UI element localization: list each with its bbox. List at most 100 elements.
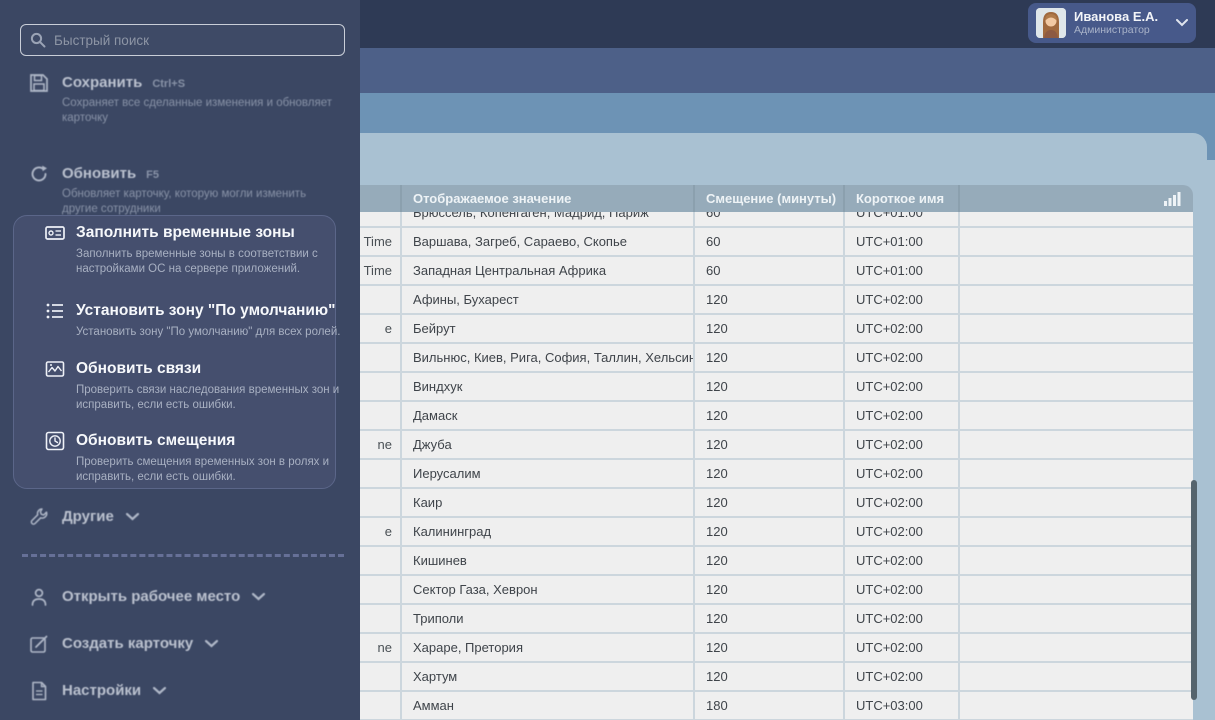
table-cell: [960, 518, 1193, 545]
table-cell: Джуба: [402, 431, 695, 458]
table-row[interactable]: Амман 180 UTC+03:00: [348, 692, 1193, 720]
table-cell: Виндхук: [402, 373, 695, 400]
table-cell: UTC+01:00: [845, 257, 960, 284]
column-header-offset[interactable]: Смещение (минуты): [695, 185, 845, 212]
quick-search[interactable]: [20, 24, 345, 56]
table-cell: 120: [695, 576, 845, 603]
table-cell: 60: [695, 228, 845, 255]
table-cell: [960, 692, 1193, 719]
table-cell: [960, 315, 1193, 342]
person-icon: [28, 586, 50, 608]
table-cell: Калининград: [402, 518, 695, 545]
table-cell: [960, 576, 1193, 603]
menu-item-label: Заполнить временные зоны: [76, 224, 295, 241]
table-row[interactable]: Брюссель, Копенгаген, Мадрид, Париж 60 UTC…: [348, 212, 1193, 228]
table-cell: UTC+02:00: [845, 634, 960, 661]
shortcut-label: F5: [146, 169, 160, 181]
table-row[interactable]: Каир 120 UTC+02:00: [348, 489, 1193, 518]
table-cell: 120: [695, 315, 845, 342]
menu-item-label: Создать карточку: [62, 635, 219, 652]
table-cell: 120: [695, 344, 845, 371]
table-cell: Каир: [402, 489, 695, 516]
table-row[interactable]: Кишинев 120 UTC+02:00: [348, 547, 1193, 576]
table-cell: UTC+01:00: [845, 212, 960, 226]
table-cell: 180: [695, 692, 845, 719]
table-cell: Амман: [402, 692, 695, 719]
table-row[interactable]: Сектор Газа, Хеврон 120 UTC+02:00: [348, 576, 1193, 605]
timezone-table: Отображаемое значение Смещение (минуты) …: [348, 185, 1193, 720]
table-cell: Хараре, Претория: [402, 634, 695, 661]
table-cell: Брюссель, Копенгаген, Мадрид, Париж: [402, 212, 695, 226]
edit-icon: [28, 633, 50, 655]
table-cell: Западная Центральная Африка: [402, 257, 695, 284]
refresh-icon: [28, 163, 50, 185]
search-input[interactable]: [54, 32, 335, 48]
table-cell: UTC+02:00: [845, 344, 960, 371]
user-name: Иванова Е.А.: [1074, 9, 1159, 24]
table-cell: 120: [695, 373, 845, 400]
chevron-down-icon[interactable]: [1176, 19, 1188, 27]
table-cell: UTC+02:00: [845, 605, 960, 632]
table-cell: UTC+02:00: [845, 547, 960, 574]
table-body: Брюссель, Копенгаген, Мадрид, Париж 60 UTC…: [348, 212, 1193, 720]
menu-item-description: Обновляет карточку, которую могли измени…: [62, 188, 307, 215]
column-header-actions: [960, 185, 1193, 212]
table-cell: 120: [695, 518, 845, 545]
table-cell: UTC+02:00: [845, 460, 960, 487]
table-row[interactable]: e Калининград 120 UTC+02:00: [348, 518, 1193, 547]
table-row[interactable]: ne Джуба 120 UTC+02:00: [348, 431, 1193, 460]
table-header-row: Отображаемое значение Смещение (минуты) …: [348, 185, 1193, 212]
table-row[interactable]: Дамаск 120 UTC+02:00: [348, 402, 1193, 431]
table-cell: Триполи: [402, 605, 695, 632]
table-row[interactable]: Афины, Бухарест 120 UTC+02:00: [348, 286, 1193, 315]
column-header-display[interactable]: Отображаемое значение: [402, 185, 695, 212]
table-cell: 120: [695, 605, 845, 632]
table-cell: UTC+02:00: [845, 576, 960, 603]
table-row[interactable]: Вильнюс, Киев, Рига, София, Таллин, Хель…: [348, 344, 1193, 373]
table-cell: [960, 431, 1193, 458]
table-cell: [960, 344, 1193, 371]
list-icon: [44, 300, 66, 322]
user-menu[interactable]: Иванова Е.А. Администратор: [1028, 3, 1196, 43]
table-cell: [960, 373, 1193, 400]
menu-item-label: Обновить смещения: [76, 432, 236, 449]
table-row[interactable]: Хартум 120 UTC+02:00: [348, 663, 1193, 692]
vertical-scrollbar-thumb[interactable]: [1191, 480, 1197, 700]
menu-item-description: Сохраняет все сделанные изменения и обно…: [62, 97, 332, 124]
table-cell: UTC+02:00: [845, 518, 960, 545]
table-row[interactable]: Иерусалим 120 UTC+02:00: [348, 460, 1193, 489]
table-cell: [960, 460, 1193, 487]
table-row[interactable]: d Time Варшава, Загреб, Сараево, Скопье 60…: [348, 228, 1193, 257]
table-cell: 120: [695, 460, 845, 487]
table-row[interactable]: Виндхук 120 UTC+02:00: [348, 373, 1193, 402]
user-meta: Иванова Е.А. Администратор: [1074, 10, 1168, 37]
table-cell: [960, 228, 1193, 255]
table-cell: UTC+01:00: [845, 228, 960, 255]
table-cell: UTC+02:00: [845, 489, 960, 516]
table-cell: Бейрут: [402, 315, 695, 342]
menu-item-label: Другие: [62, 508, 139, 525]
clock-icon: [44, 430, 66, 452]
table-cell: [960, 212, 1193, 226]
table-cell: [960, 663, 1193, 690]
table-cell: Варшава, Загреб, Сараево, Скопье: [402, 228, 695, 255]
actions-sidebar: СохранитьCtrl+S Сохраняет все сделанные …: [0, 0, 360, 720]
table-cell: [960, 257, 1193, 284]
table-row[interactable]: d Time Западная Центральная Африка 60 UTC+0…: [348, 257, 1193, 286]
table-cell: [960, 402, 1193, 429]
table-cell: Кишинев: [402, 547, 695, 574]
table-cell: UTC+02:00: [845, 402, 960, 429]
table-cell: Сектор Газа, Хеврон: [402, 576, 695, 603]
table-row[interactable]: Триполи 120 UTC+02:00: [348, 605, 1193, 634]
table-cell: UTC+02:00: [845, 315, 960, 342]
table-cell: [960, 634, 1193, 661]
column-header-short[interactable]: Короткое имя: [845, 185, 960, 212]
save-icon: [28, 72, 50, 94]
menu-item-label: Обновить связи: [76, 360, 202, 377]
chevron-down-icon: [125, 508, 139, 525]
table-cell: 60: [695, 212, 845, 226]
table-row[interactable]: ne Хараре, Претория 120 UTC+02:00: [348, 634, 1193, 663]
table-cell: 120: [695, 402, 845, 429]
table-row[interactable]: e Бейрут 120 UTC+02:00: [348, 315, 1193, 344]
bar-chart-icon[interactable]: [1164, 191, 1181, 206]
